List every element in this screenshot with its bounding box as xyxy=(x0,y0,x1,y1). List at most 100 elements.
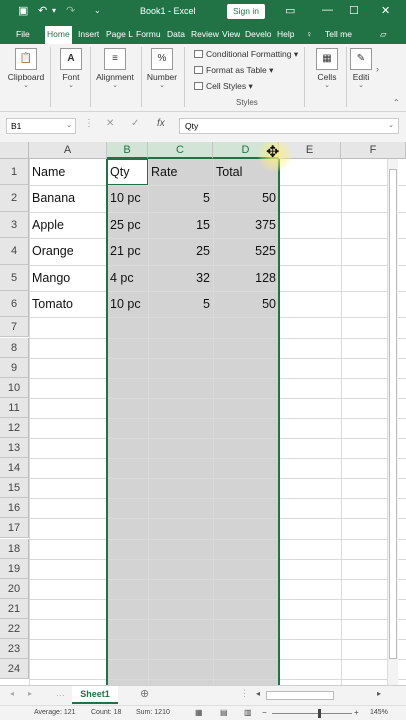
cell-b5[interactable]: 4 pc xyxy=(107,265,148,291)
tab-data[interactable]: Data xyxy=(167,24,185,44)
enter-icon[interactable]: ✓ xyxy=(131,118,139,129)
column-header-a[interactable]: A xyxy=(29,142,107,159)
comment-icon[interactable]: ▱ xyxy=(380,24,387,44)
tab-insert[interactable]: Insert xyxy=(78,24,99,44)
row-header-15[interactable]: 15 xyxy=(0,478,29,499)
zoom-slider-thumb[interactable] xyxy=(318,709,321,718)
row-header-6[interactable]: 6 xyxy=(0,291,29,318)
zoom-out-icon[interactable]: − xyxy=(262,708,267,717)
tab-file[interactable]: File xyxy=(16,24,30,44)
row-header-19[interactable]: 19 xyxy=(0,558,29,579)
alignment-group[interactable]: ≡ Alignment ⌄ xyxy=(92,44,138,112)
tab-developer[interactable]: Develo xyxy=(245,24,271,44)
row-header-2[interactable]: 2 xyxy=(0,185,29,212)
maximize-icon[interactable]: ☐ xyxy=(349,4,359,17)
cell-a3[interactable]: Apple xyxy=(29,212,107,238)
cell-a1[interactable]: Name xyxy=(29,159,107,185)
row-header-14[interactable]: 14 xyxy=(0,458,29,479)
tell-me-box[interactable]: Tell me xyxy=(325,24,352,44)
font-group[interactable]: A Font ⌄ xyxy=(54,44,88,112)
row-header-23[interactable]: 23 xyxy=(0,639,29,660)
cell-d5[interactable]: 128 xyxy=(213,265,279,291)
row-header-13[interactable]: 13 xyxy=(0,438,29,459)
row-header-12[interactable]: 12 xyxy=(0,417,29,438)
horizontal-scrollbar-thumb[interactable] xyxy=(266,691,334,700)
insert-function-icon[interactable]: fx xyxy=(157,118,165,129)
cell-a2[interactable]: Banana xyxy=(29,185,107,211)
editing-group[interactable]: ✎ Editi ⌄ xyxy=(348,44,374,112)
row-header-22[interactable]: 22 xyxy=(0,618,29,639)
sheet-tab-sheet1[interactable]: Sheet1 xyxy=(72,686,118,704)
row-header-8[interactable]: 8 xyxy=(0,337,29,358)
ribbon-scroll-right-icon[interactable]: › xyxy=(376,64,386,84)
hscroll-left-icon[interactable]: ◂ xyxy=(256,689,260,698)
more-sheets-icon[interactable]: … xyxy=(56,688,65,698)
column-header-c[interactable]: C xyxy=(148,142,213,159)
ribbon-display-icon[interactable]: ▭ xyxy=(285,4,295,17)
zoom-level[interactable]: 145% xyxy=(370,709,388,716)
row-header-3[interactable]: 3 xyxy=(0,211,29,239)
redo-icon[interactable]: ↷ xyxy=(66,4,75,17)
cell-a4[interactable]: Orange xyxy=(29,238,107,264)
row-header-10[interactable]: 10 xyxy=(0,377,29,398)
undo-dropdown-icon[interactable]: ▾ xyxy=(52,6,56,15)
cell-a5[interactable]: Mango xyxy=(29,265,107,291)
cell-c5[interactable]: 32 xyxy=(148,265,213,291)
row-header-17[interactable]: 17 xyxy=(0,518,29,539)
column-header-b[interactable]: B xyxy=(107,142,148,159)
row-header-20[interactable]: 20 xyxy=(0,578,29,599)
save-icon[interactable]: ▣ xyxy=(18,4,28,17)
scroll-left-icon[interactable]: ◂ xyxy=(10,689,14,698)
cell-c2[interactable]: 5 xyxy=(148,185,213,211)
row-header-9[interactable]: 9 xyxy=(0,357,29,378)
tab-formulas[interactable]: Formu xyxy=(136,24,161,44)
zoom-in-icon[interactable]: + xyxy=(354,708,359,717)
formula-input[interactable]: Qty ⌄ xyxy=(179,118,399,134)
hscroll-right-icon[interactable]: ▸ xyxy=(377,689,381,698)
undo-icon[interactable]: ↶ xyxy=(38,4,47,17)
select-all-corner[interactable] xyxy=(0,142,29,159)
cell-c4[interactable]: 25 xyxy=(148,238,213,264)
cell-styles-button[interactable]: Cell Styles ▾ xyxy=(194,81,253,92)
customize-qat-icon[interactable]: ⌄ xyxy=(94,6,101,15)
cell-d4[interactable]: 525 xyxy=(213,238,279,264)
tab-help[interactable]: Help xyxy=(277,24,294,44)
row-header-18[interactable]: 18 xyxy=(0,538,29,559)
vertical-scrollbar-thumb[interactable] xyxy=(389,169,397,659)
collapse-ribbon-icon[interactable]: ⌃ xyxy=(393,98,400,107)
normal-view-icon[interactable]: ▦ xyxy=(195,708,203,717)
close-icon[interactable]: ✕ xyxy=(381,4,390,17)
cell-d2[interactable]: 50 xyxy=(213,185,279,211)
page-layout-view-icon[interactable]: ▤ xyxy=(220,708,228,717)
column-header-f[interactable]: F xyxy=(341,142,406,159)
cell-a6[interactable]: Tomato xyxy=(29,291,107,317)
row-header-16[interactable]: 16 xyxy=(0,498,29,519)
tab-view[interactable]: View xyxy=(222,24,240,44)
row-header-1[interactable]: 1 xyxy=(0,159,29,186)
row-header-4[interactable]: 4 xyxy=(0,238,29,265)
cell-b4[interactable]: 21 pc xyxy=(107,238,148,264)
cell-d3[interactable]: 375 xyxy=(213,212,279,238)
format-as-table-button[interactable]: Format as Table ▾ xyxy=(194,65,273,76)
cell-b3[interactable]: 25 pc xyxy=(107,212,148,238)
page-break-view-icon[interactable]: ▥ xyxy=(244,708,252,717)
cells-group[interactable]: ▦ Cells ⌄ xyxy=(310,44,344,112)
number-group[interactable]: % Number ⌄ xyxy=(144,44,180,112)
worksheet-grid[interactable]: A B C D E F 1 Name Qty Rate Total 2 Banana 10 pc 5 50 3 A… xyxy=(0,142,406,685)
clipboard-group[interactable]: 📋 Clipboard ⌄ xyxy=(4,44,48,112)
row-header-7[interactable]: 7 xyxy=(0,317,29,338)
cell-c6[interactable]: 5 xyxy=(148,291,213,317)
cell-c3[interactable]: 15 xyxy=(148,212,213,238)
tab-review[interactable]: Review xyxy=(191,24,219,44)
sign-in-button[interactable]: Sign in xyxy=(227,4,265,19)
row-header-21[interactable]: 21 xyxy=(0,598,29,619)
add-sheet-icon[interactable]: ⊕ xyxy=(140,687,149,700)
tab-page-layout[interactable]: Page L xyxy=(106,24,133,44)
name-box[interactable]: B1 ⌄ xyxy=(6,118,76,134)
row-header-24[interactable]: 24 xyxy=(0,659,29,680)
cancel-icon[interactable]: ✕ xyxy=(106,118,114,129)
cell-c1[interactable]: Rate xyxy=(148,159,213,185)
minimize-icon[interactable]: — xyxy=(322,4,333,16)
scroll-right-icon[interactable]: ▸ xyxy=(28,689,32,698)
cell-b6[interactable]: 10 pc xyxy=(107,291,148,317)
